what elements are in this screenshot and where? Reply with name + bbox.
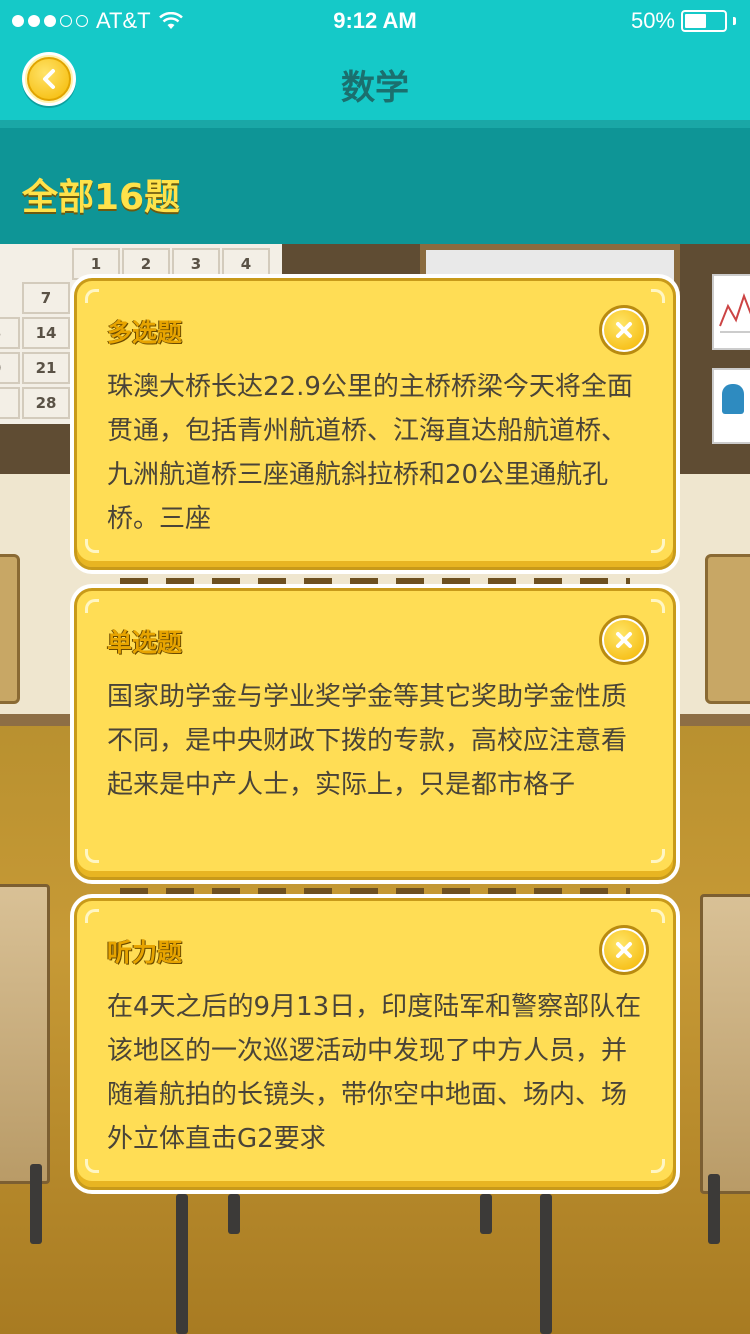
calendar-cell: 28 bbox=[22, 387, 70, 419]
close-icon bbox=[616, 632, 632, 648]
desk-leg bbox=[228, 1194, 240, 1234]
anatomy-poster bbox=[712, 368, 750, 444]
calendar-cell: 0 bbox=[0, 352, 20, 384]
calendar-cell: 7 bbox=[22, 282, 70, 314]
question-card[interactable]: 单选题 国家助学金与学业奖学金等其它奖助学金性质不同，是中央财政下拨的专款，高校… bbox=[70, 584, 680, 884]
chair-left bbox=[0, 554, 20, 704]
question-text: 在4天之后的9月13日，印度陆军和警察部队在该地区的一次巡逻活动中发现了中方人员… bbox=[107, 992, 642, 1154]
desk-leg bbox=[708, 1174, 720, 1244]
desk-right bbox=[700, 894, 750, 1194]
calendar-cell: 21 bbox=[22, 352, 70, 384]
question-type-label: 单选题 bbox=[107, 628, 183, 657]
close-button[interactable] bbox=[599, 305, 649, 355]
question-count: 全部16题 bbox=[22, 177, 181, 218]
nav-bar: 数学 bbox=[0, 40, 750, 120]
calendar-cell: 7 bbox=[0, 387, 20, 419]
close-button[interactable] bbox=[599, 615, 649, 665]
question-card[interactable]: 听力题 在4天之后的9月13日，印度陆军和警察部队在该地区的一次巡逻活动中发现了… bbox=[70, 894, 680, 1194]
status-bar: AT&T 9:12 AM 50% bbox=[0, 0, 750, 40]
calendar-cell: 8 bbox=[0, 317, 20, 349]
question-type-label: 多选题 bbox=[107, 318, 183, 347]
calendar-cell: 14 bbox=[22, 317, 70, 349]
chair-right bbox=[705, 554, 750, 704]
close-icon bbox=[616, 322, 632, 338]
desk-left bbox=[0, 884, 50, 1184]
question-type-label: 听力题 bbox=[107, 938, 183, 967]
battery-icon bbox=[681, 10, 727, 32]
desk-leg bbox=[176, 1194, 188, 1334]
chart-poster bbox=[712, 274, 750, 350]
close-button[interactable] bbox=[599, 925, 649, 975]
desk-leg bbox=[480, 1194, 492, 1234]
question-card[interactable]: 多选题 珠澳大桥长达22.9公里的主桥桥梁今天将全面贯通，包括青州航道桥、江海直… bbox=[70, 274, 680, 574]
question-text: 珠澳大桥长达22.9公里的主桥桥梁今天将全面贯通，包括青州航道桥、江海直达船航道… bbox=[107, 372, 633, 534]
close-icon bbox=[616, 942, 632, 958]
desk-leg bbox=[30, 1164, 42, 1244]
battery-percent: 50% bbox=[630, 8, 675, 33]
question-count-bar: 全部16题 bbox=[0, 120, 750, 244]
page-title: 数学 bbox=[341, 68, 409, 108]
desk-leg bbox=[540, 1194, 552, 1334]
question-text: 国家助学金与学业奖学金等其它奖助学金性质不同，是中央财政下拨的专款，高校应注意看… bbox=[107, 682, 628, 800]
